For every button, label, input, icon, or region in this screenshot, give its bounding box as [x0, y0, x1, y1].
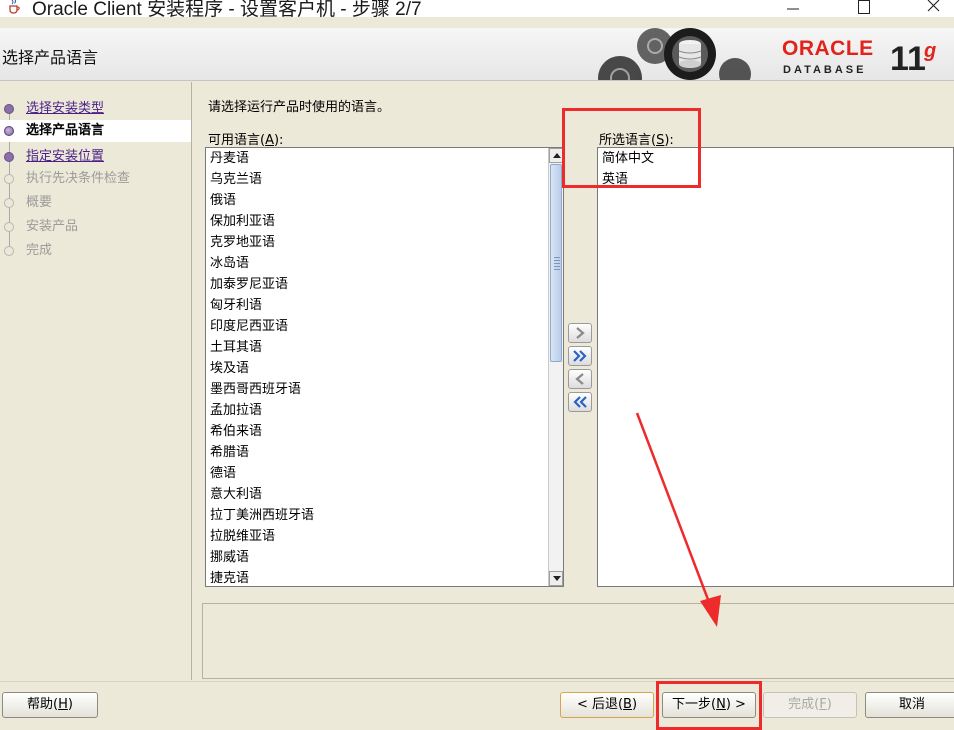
- list-item[interactable]: 孟加拉语: [206, 400, 549, 421]
- list-item[interactable]: 埃及语: [206, 358, 549, 379]
- annotation-highlight-next: [656, 681, 762, 730]
- minimize-button[interactable]: [770, 0, 816, 17]
- gears-graphic-icon: [598, 28, 751, 80]
- list-item[interactable]: 俄语: [206, 190, 549, 211]
- step-label: 选择安装类型: [26, 101, 105, 116]
- list-item[interactable]: 挪威语: [206, 547, 549, 568]
- maximize-icon: [858, 0, 870, 14]
- list-item[interactable]: 克罗地亚语: [206, 232, 549, 253]
- java-cup-icon: [9, 0, 20, 14]
- list-item[interactable]: 墨西哥西班牙语: [206, 379, 549, 400]
- list-item[interactable]: 印度尼西亚语: [206, 316, 549, 337]
- maximize-button[interactable]: [841, 0, 887, 17]
- steps-panel: 选择安装类型 选择产品语言 指定安装位置 执行先决条件检查 概要 安装产品 完成: [0, 82, 192, 680]
- oracle-product: DATABASE: [783, 64, 867, 76]
- step-pending-icon: [4, 198, 14, 208]
- available-list-scrollbar[interactable]: [548, 148, 563, 586]
- cancel-button[interactable]: 取消: [865, 692, 954, 718]
- step-install-type[interactable]: 选择安装类型: [0, 98, 191, 120]
- move-left-icon: [575, 373, 584, 385]
- list-item[interactable]: 拉丁美洲西班牙语: [206, 505, 549, 526]
- list-item[interactable]: 拉脱维亚语: [206, 526, 549, 547]
- step-product-language[interactable]: 选择产品语言: [0, 120, 191, 142]
- scroll-down-button[interactable]: [549, 571, 563, 586]
- close-button[interactable]: [910, 0, 954, 17]
- step-pending-icon: [4, 246, 14, 256]
- step-finish: 完成: [0, 240, 191, 262]
- list-item[interactable]: 冰岛语: [206, 253, 549, 274]
- scroll-thumb[interactable]: [550, 164, 562, 362]
- step-done-icon: [4, 152, 14, 162]
- list-item[interactable]: 保加利亚语: [206, 211, 549, 232]
- step-done-icon: [4, 104, 14, 114]
- oracle-brand: ORACLE: [782, 37, 874, 60]
- scroll-up-button[interactable]: [549, 148, 563, 163]
- step-label: 完成: [26, 243, 53, 258]
- list-item[interactable]: 捷克语: [206, 568, 549, 586]
- step-pending-icon: [4, 174, 14, 184]
- move-right-button[interactable]: [568, 323, 592, 343]
- finish-button: 完成(F): [763, 692, 857, 718]
- window-title: Oracle Client 安装程序 - 设置客户机 - 步骤 2/7: [32, 0, 422, 17]
- available-languages-list[interactable]: 丹麦语 乌克兰语 俄语 保加利亚语 克罗地亚语 冰岛语 加泰罗尼亚语 匈牙利语 印度尼西亚语 土耳…: [205, 147, 564, 587]
- list-item[interactable]: 加泰罗尼亚语: [206, 274, 549, 295]
- header-banner: 选择产品语言 ORACLE DATABASE: [0, 28, 954, 81]
- step-pending-icon: [4, 222, 14, 232]
- move-left-button[interactable]: [568, 369, 592, 389]
- list-item[interactable]: 丹麦语: [206, 148, 549, 169]
- step-summary: 概要: [0, 192, 191, 214]
- back-button[interactable]: < 后退(B): [560, 692, 654, 718]
- list-item[interactable]: 乌克兰语: [206, 169, 549, 190]
- list-item[interactable]: 匈牙利语: [206, 295, 549, 316]
- move-all-right-button[interactable]: [568, 346, 592, 366]
- title-bar: Oracle Client 安装程序 - 设置客户机 - 步骤 2/7: [0, 0, 954, 17]
- help-button[interactable]: 帮助(H): [2, 692, 98, 718]
- step-label: 指定安装位置: [26, 149, 105, 164]
- move-all-left-icon: [573, 396, 587, 408]
- move-all-right-icon: [573, 350, 587, 362]
- list-item[interactable]: 希腊语: [206, 442, 549, 463]
- version-number: 11: [890, 40, 926, 78]
- list-item[interactable]: 希伯来语: [206, 421, 549, 442]
- move-all-left-button[interactable]: [568, 392, 592, 412]
- available-languages-label: 可用语言(A):: [208, 133, 284, 148]
- step-label: 安装产品: [26, 219, 79, 234]
- message-area: [202, 603, 954, 679]
- step-label: 选择产品语言: [26, 123, 105, 138]
- step-label: 概要: [26, 195, 53, 210]
- version-badge: 11 g: [890, 40, 936, 78]
- scroll-down-icon: [553, 576, 561, 581]
- step-label: 执行先决条件检查: [26, 171, 131, 186]
- step-prereq-check: 执行先决条件检查: [0, 168, 191, 190]
- annotation-highlight-selected: [562, 108, 701, 188]
- move-right-icon: [576, 327, 585, 339]
- close-icon: [927, 0, 940, 12]
- page-title: 选择产品语言: [2, 48, 99, 67]
- step-install-product: 安装产品: [0, 216, 191, 238]
- step-current-icon: [4, 126, 14, 136]
- version-suffix: g: [924, 40, 937, 62]
- scroll-up-icon: [553, 153, 561, 158]
- list-item[interactable]: 德语: [206, 463, 549, 484]
- instruction-text: 请选择运行产品时使用的语言。: [208, 100, 391, 115]
- list-item[interactable]: 意大利语: [206, 484, 549, 505]
- annotation-arrow-icon: [635, 412, 721, 627]
- minimize-icon: [787, 8, 799, 10]
- oracle-logo: ORACLE DATABASE: [782, 38, 882, 78]
- list-item[interactable]: 土耳其语: [206, 337, 549, 358]
- step-install-location[interactable]: 指定安装位置: [0, 146, 191, 168]
